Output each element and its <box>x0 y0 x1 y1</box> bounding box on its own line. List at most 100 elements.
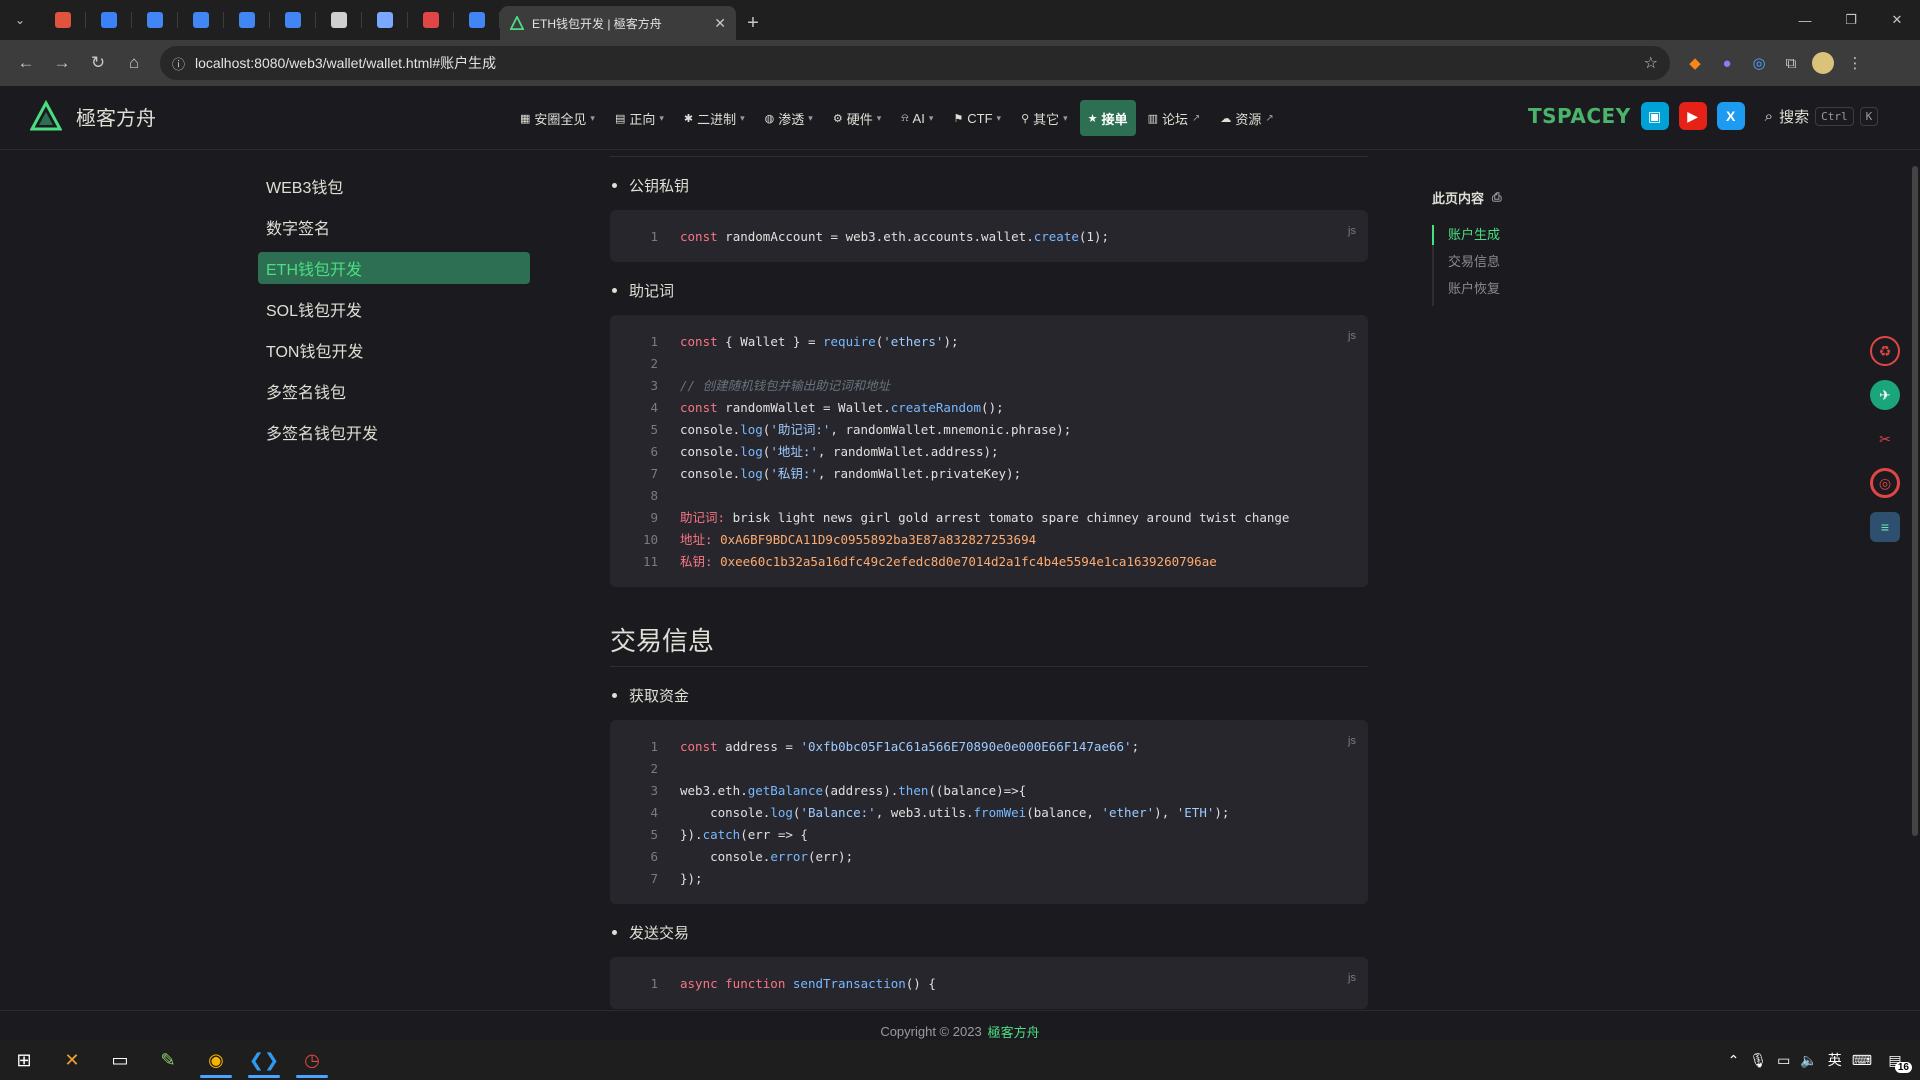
code-source: console.error(err); <box>658 846 853 868</box>
clock-app-icon[interactable]: ◷ <box>288 1040 336 1080</box>
pinned-tab[interactable] <box>40 0 86 40</box>
sidebar-item[interactable]: 多签名钱包 <box>258 375 530 407</box>
windows-start-icon[interactable]: ⊞ <box>0 1040 48 1080</box>
outline-item[interactable]: 账户生成 <box>1448 225 1552 252</box>
code-token: 助记词: <box>680 510 733 525</box>
forward-icon[interactable]: → <box>44 45 80 81</box>
nav-item[interactable]: ▤ 正向 ▾ <box>607 100 672 136</box>
extension-icon-2[interactable]: ● <box>1716 52 1738 74</box>
footer-brand-link[interactable]: 極客方舟 <box>988 1022 1040 1041</box>
nav-item[interactable]: ✱ 二进制 ▾ <box>676 100 753 136</box>
nav-item[interactable]: ⍾ AI ▾ <box>893 100 941 136</box>
sidebar-item[interactable]: SOL钱包开发 <box>258 293 530 325</box>
nav-item[interactable]: ★ 接单 <box>1079 100 1136 136</box>
youtube-icon[interactable]: ▶ <box>1678 102 1707 130</box>
code-line: 1 const randomAccount = web3.eth.accounts… <box>610 226 1368 248</box>
active-tab[interactable]: ETH钱包开发 | 極客方舟 ✕ <box>500 6 736 40</box>
target-tool-icon[interactable]: ◎ <box>1870 468 1900 498</box>
pinned-tab-favicon-icon <box>285 12 301 28</box>
code-source: console.log('地址:', randomWallet.address)… <box>658 441 999 463</box>
code-line: 3 // 创建随机钱包并输出助记词和地址 <box>610 375 1368 397</box>
nav-item[interactable]: ⚑ CTF ▾ <box>945 100 1009 136</box>
pinned-tab[interactable] <box>86 0 132 40</box>
code-block[interactable]: js 1 const address = '0xfb0bc05F1aC61a566E… <box>610 720 1368 904</box>
pinned-tab[interactable] <box>316 0 362 40</box>
code-line: 1 const address = '0xfb0bc05F1aC61a566E70… <box>610 736 1368 758</box>
address-bar[interactable]: ⓘ localhost:8080/web3/wallet/wallet.html… <box>160 46 1670 80</box>
brand-badge[interactable]: TSPACEY <box>1528 104 1631 128</box>
bilibili-icon[interactable]: ▣ <box>1640 102 1669 130</box>
profile-avatar[interactable] <box>1812 52 1834 74</box>
browser-menu-icon[interactable]: ⋮ <box>1844 52 1866 74</box>
pinned-tab[interactable] <box>178 0 224 40</box>
site-info-icon[interactable]: ⓘ <box>172 54 185 73</box>
home-icon[interactable]: ⌂ <box>116 45 152 81</box>
metamask-extension-icon[interactable]: ◆ <box>1684 52 1706 74</box>
vscode-app-icon[interactable]: ❮❯ <box>240 1040 288 1080</box>
code-token: const <box>680 229 718 244</box>
back-icon[interactable]: ← <box>8 45 44 81</box>
network-icon[interactable]: ▭ <box>1777 1052 1790 1069</box>
scissors-tool-icon[interactable]: ✂ <box>1870 424 1900 454</box>
notepad-app-icon[interactable]: ✎ <box>144 1040 192 1080</box>
search-button[interactable]: ⌕ 搜索 Ctrl K <box>1765 106 1879 127</box>
input-language[interactable]: 英 <box>1828 1050 1842 1070</box>
pinned-tab[interactable] <box>408 0 454 40</box>
extensions-puzzle-icon[interactable]: ⧉ <box>1780 52 1802 74</box>
microphone-icon[interactable]: 🎙 <box>1749 1052 1767 1069</box>
sidebar-item[interactable]: 多签名钱包开发 <box>258 416 530 448</box>
restore-icon[interactable]: ❐ <box>1828 0 1874 40</box>
chrome-app-icon[interactable]: ◉ <box>192 1040 240 1080</box>
code-block[interactable]: js 1 const { Wallet } = require('ethers');… <box>610 315 1368 587</box>
nav-item[interactable]: ⚙ 硬件 ▾ <box>825 100 889 136</box>
chevron-down-icon: ▾ <box>740 112 745 123</box>
sidebar-item[interactable]: WEB3钱包 <box>258 170 530 202</box>
reload-icon[interactable]: ↻ <box>80 45 116 81</box>
nav-item[interactable]: ▦ 安圈全见 ▾ <box>512 100 603 136</box>
code-block[interactable]: js 1 const randomAccount = web3.eth.accoun… <box>610 210 1368 262</box>
url-text[interactable]: localhost:8080/web3/wallet/wallet.html#账… <box>195 53 1634 73</box>
sidebar-item[interactable]: 数字签名 <box>258 211 530 243</box>
outline-item[interactable]: 交易信息 <box>1448 252 1552 279</box>
new-tab-button[interactable]: + <box>736 6 770 40</box>
outline-item[interactable]: 账户恢复 <box>1448 279 1552 306</box>
volume-icon[interactable]: 🔈 <box>1800 1052 1817 1069</box>
line-number: 2 <box>650 356 658 371</box>
pinned-tab[interactable] <box>454 0 500 40</box>
close-tab-icon[interactable]: ✕ <box>714 15 726 32</box>
pinned-tab[interactable] <box>362 0 408 40</box>
recycle-tool-icon[interactable]: ♻ <box>1870 336 1900 366</box>
nav-item[interactable]: ▥ 论坛 ↗ <box>1140 100 1209 136</box>
sidebar-item[interactable]: ETH钱包开发 <box>258 252 530 284</box>
pinned-tab[interactable] <box>224 0 270 40</box>
page-scrollbar[interactable] <box>1912 166 1918 836</box>
site-logo[interactable]: 極客方舟 <box>30 100 156 132</box>
close-window-icon[interactable]: ✕ <box>1874 0 1920 40</box>
code-block[interactable]: js 1 async function sendTransaction() { <box>610 957 1368 1009</box>
code-token: , randomWallet.privateKey); <box>817 466 1022 481</box>
sidebar-item[interactable]: TON钱包开发 <box>258 334 530 366</box>
xshell-app-icon[interactable]: ✕ <box>48 1040 96 1080</box>
keyboard-icon[interactable]: ⌨ <box>1852 1052 1872 1069</box>
line-number: 1 <box>650 976 658 991</box>
nav-item[interactable]: ◍ 渗透 ▾ <box>757 100 821 136</box>
notification-center[interactable]: ▤ 16 <box>1882 1047 1912 1073</box>
database-tool-icon[interactable]: ≡ <box>1870 512 1900 542</box>
minimize-icon[interactable]: — <box>1782 0 1828 40</box>
bullet-text: 公钥私钥 <box>629 178 690 195</box>
pinned-tab[interactable] <box>132 0 178 40</box>
code-token: ); <box>1214 805 1230 820</box>
tab-search-chevron-icon[interactable]: ⌄ <box>0 0 40 40</box>
nav-item[interactable]: ☁ 资源 ↗ <box>1212 100 1281 136</box>
terminal-app-icon[interactable]: ▭ <box>96 1040 144 1080</box>
x-twitter-icon[interactable]: X <box>1716 102 1745 130</box>
tray-overflow-icon[interactable]: ⌃ <box>1728 1052 1740 1069</box>
nav-item[interactable]: ⚲ 其它 ▾ <box>1013 100 1076 136</box>
bullet-dot <box>612 288 617 293</box>
extension-icon-3[interactable]: ◎ <box>1748 52 1770 74</box>
bookmark-star-icon[interactable]: ☆ <box>1644 53 1658 73</box>
rocket-tool-icon[interactable]: ✈ <box>1870 380 1900 410</box>
pinned-tab[interactable] <box>270 0 316 40</box>
print-icon[interactable]: ⎙ <box>1492 190 1502 205</box>
